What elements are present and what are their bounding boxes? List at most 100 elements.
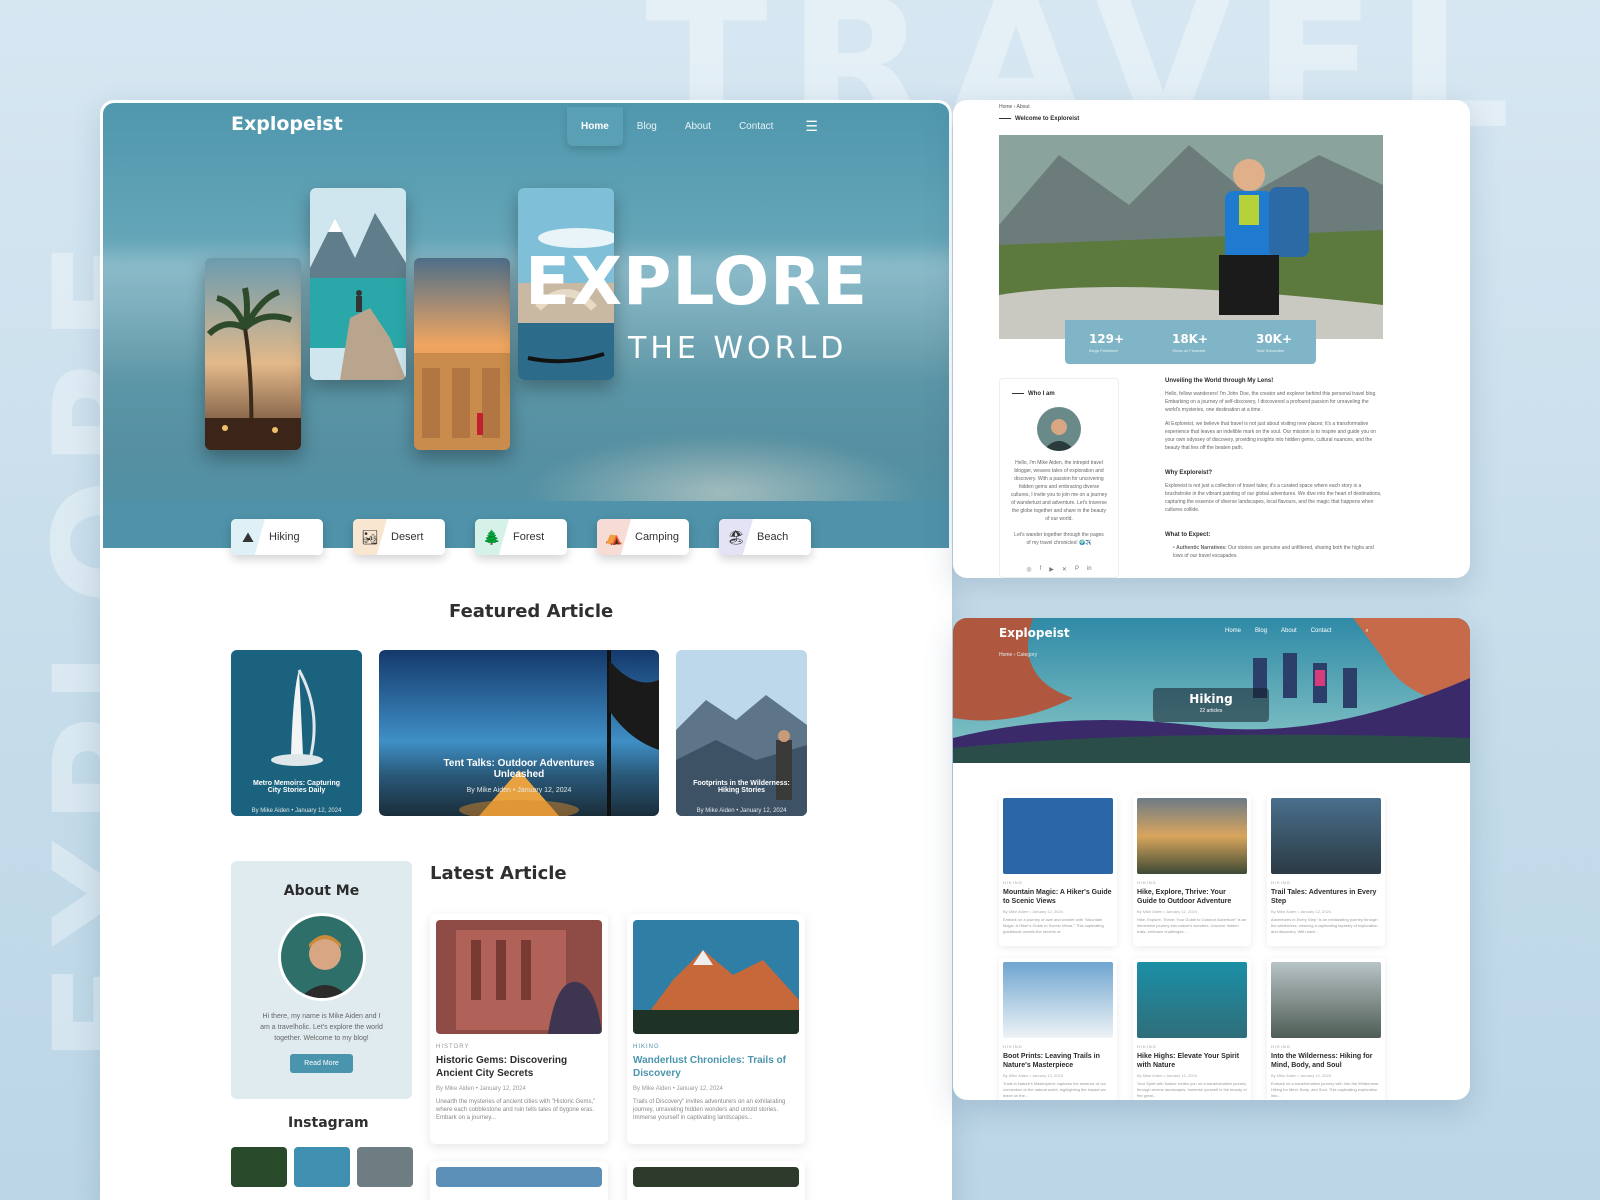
- latest-article-card[interactable]: [430, 1161, 608, 1200]
- bullet-item: • Authentic Narratives: Our stories are …: [1173, 545, 1374, 559]
- x-icon[interactable]: ✕: [1062, 566, 1067, 573]
- site-logo[interactable]: Explореist: [999, 626, 1070, 640]
- hamburger-icon[interactable]: ☰: [805, 118, 818, 135]
- category-desert[interactable]: 🏜 Desert: [353, 519, 445, 555]
- date: January 12, 2024: [1300, 909, 1331, 914]
- pinterest-icon[interactable]: P: [1075, 566, 1079, 573]
- stat-item: 129+ Blogs Published: [1089, 332, 1124, 353]
- article-meta: By Mike Aiden • January 12, 2024: [1137, 909, 1197, 914]
- article-title[interactable]: Into the Wilderness: Hiking for Mind, Bo…: [1271, 1052, 1381, 1070]
- instagram-icon[interactable]: ◎: [1026, 566, 1031, 573]
- nav-home[interactable]: Home: [567, 107, 623, 146]
- article-card[interactable]: HIKING Mountain Magic: A Hiker's Guide t…: [999, 794, 1117, 946]
- article-count: 22 articles: [1199, 708, 1223, 714]
- by-label: By: [1137, 1073, 1142, 1078]
- who-title-text: Who I am: [1028, 391, 1055, 397]
- category-title: Hiking: [1189, 692, 1233, 706]
- category-beach[interactable]: 🏖 Beach: [719, 519, 811, 555]
- article-title[interactable]: Historic Gems: Discovering Ancient City …: [436, 1054, 602, 1080]
- hero-section: Explореist Home Blog About Contact ☰ EXP…: [103, 103, 949, 548]
- title-dash: [1012, 392, 1024, 394]
- read-more-button[interactable]: Read More: [290, 1054, 353, 1073]
- article-tag: HIKING: [1137, 880, 1157, 885]
- latest-article-card[interactable]: [627, 1161, 805, 1200]
- bullet-label: Authentic Narratives:: [1176, 545, 1227, 551]
- breadcrumb-home[interactable]: Home: [999, 652, 1012, 658]
- featured-meta: By Mike Aiden • January 12, 2024: [466, 787, 572, 794]
- instagram-photo[interactable]: [231, 1147, 287, 1187]
- by-label: By: [436, 1086, 444, 1092]
- facebook-icon[interactable]: f: [1040, 566, 1042, 573]
- article-meta: By Mike Aiden • January 12, 2024: [1271, 909, 1331, 914]
- article-title[interactable]: Trail Tales: Adventures in Every Step: [1271, 888, 1381, 906]
- article-excerpt: Hike, Explore, Thrive: Your Guide to Out…: [1137, 917, 1247, 934]
- article-title[interactable]: Mountain Magic: A Hiker's Guide to Sceni…: [1003, 888, 1113, 906]
- date: January 12, 2024: [1032, 909, 1063, 914]
- featured-card[interactable]: Metro Memoirs: Capturing City Stories Da…: [231, 650, 362, 816]
- article-title[interactable]: Hike, Explore, Thrive: Your Guide to Out…: [1137, 888, 1247, 906]
- stat-label: Blogs Published: [1088, 347, 1118, 353]
- by-label: By: [1003, 1073, 1008, 1078]
- featured-card[interactable]: Footprints in the Wilderness: Hiking Sto…: [676, 650, 807, 816]
- article-excerpt: Embark on a transformative journey with …: [1271, 1081, 1380, 1098]
- hiking-category-panel: Explореist Home Blog About Contact ⌕ Hom…: [953, 618, 1470, 1100]
- article-image: [1137, 962, 1247, 1038]
- nav-home[interactable]: Home: [1225, 628, 1241, 635]
- breadcrumb-home[interactable]: Home: [999, 104, 1012, 110]
- by-label: By: [1137, 909, 1142, 914]
- nav-contact[interactable]: Contact: [725, 107, 787, 146]
- by-label: By: [1271, 909, 1276, 914]
- article-title[interactable]: Wanderlust Chronicles: Trails of Discove…: [633, 1054, 799, 1080]
- desert-icon: 🏜: [353, 519, 387, 555]
- featured-title-text: Tent Talks: Outdoor Adventures Unleashed: [443, 758, 595, 780]
- instagram-photo[interactable]: [357, 1147, 413, 1187]
- category-camping[interactable]: ⛺ Camping: [597, 519, 689, 555]
- category-label: Camping: [635, 531, 680, 543]
- youtube-icon[interactable]: ▶: [1049, 566, 1054, 573]
- stat-label: Views on Finsweet: [1171, 347, 1206, 353]
- article-title[interactable]: Hike Highs: Elevate Your Spirit with Nat…: [1137, 1052, 1247, 1070]
- nav-blog[interactable]: Blog: [1255, 628, 1267, 635]
- latest-article-card[interactable]: HISTORY Historic Gems: Discovering Ancie…: [430, 914, 608, 1144]
- article-card[interactable]: HIKING Hike Highs: Elevate Your Spirit w…: [1133, 958, 1251, 1100]
- category-hiking[interactable]: ⛰ Hiking: [231, 519, 323, 555]
- site-logo[interactable]: Explореist: [231, 113, 343, 135]
- article-card[interactable]: HIKING Boot Prints: Leaving Trails in Na…: [999, 958, 1117, 1100]
- linkedin-icon[interactable]: in: [1087, 566, 1092, 573]
- article-card[interactable]: HIKING Hike, Explore, Thrive: Your Guide…: [1133, 794, 1251, 946]
- article-image: [633, 920, 799, 1034]
- featured-title-text: Footprints in the Wilderness: Hiking Sto…: [693, 780, 790, 794]
- hero-subtitle: THE WORLD: [628, 331, 848, 366]
- nav-contact[interactable]: Contact: [1311, 628, 1332, 635]
- article-card[interactable]: HIKING Trail Tales: Adventures in Every …: [1267, 794, 1385, 946]
- article-image: [436, 920, 602, 1034]
- about-text: Hi there, my name is Mike Aiden and I am…: [260, 1013, 383, 1042]
- social-links: ◎ f ▶ ✕ Pin: [1000, 566, 1118, 573]
- featured-card[interactable]: Tent Talks: Outdoor Adventures Unleashed…: [379, 650, 659, 816]
- section-text: At Explоreist, we believe that travel is…: [1165, 421, 1376, 451]
- stat-value: 30K+: [1255, 331, 1293, 346]
- breadcrumb-separator: ›: [1013, 104, 1016, 110]
- latest-article-card[interactable]: HIKING Wanderlust Chronicles: Trails of …: [627, 914, 805, 1144]
- date: January 12, 2024: [1166, 1073, 1197, 1078]
- nav-about[interactable]: About: [1281, 628, 1297, 635]
- category-forest[interactable]: 🌲 Forest: [475, 519, 567, 555]
- article-title[interactable]: Boot Prints: Leaving Trails in Nature's …: [1003, 1052, 1113, 1070]
- nav-blog[interactable]: Blog: [623, 107, 671, 146]
- instagram-photo[interactable]: [294, 1147, 350, 1187]
- search-icon[interactable]: ⌕: [1365, 628, 1368, 635]
- about-hero-photo: [999, 135, 1383, 339]
- section-text: Explоreist is not just a collection of t…: [1165, 483, 1382, 513]
- stat-label: Total Subscriber: [1255, 347, 1285, 353]
- page-title-text: Welcome to Explоreist: [1015, 116, 1080, 122]
- by-label: By: [696, 808, 704, 814]
- article-image: [1271, 798, 1381, 874]
- date: January 12, 2024: [295, 808, 342, 814]
- article-excerpt: Embark on a journey of awe and wonder wi…: [1003, 917, 1104, 934]
- article-card[interactable]: HIKING Into the Wilderness: Hiking for M…: [1267, 958, 1385, 1100]
- author: Mike Aiden: [476, 787, 511, 794]
- hiking-icon: ⛰: [231, 519, 265, 555]
- nav-about[interactable]: About: [671, 107, 725, 146]
- article-image: [1003, 962, 1113, 1038]
- featured-title: Featured Article: [449, 601, 614, 622]
